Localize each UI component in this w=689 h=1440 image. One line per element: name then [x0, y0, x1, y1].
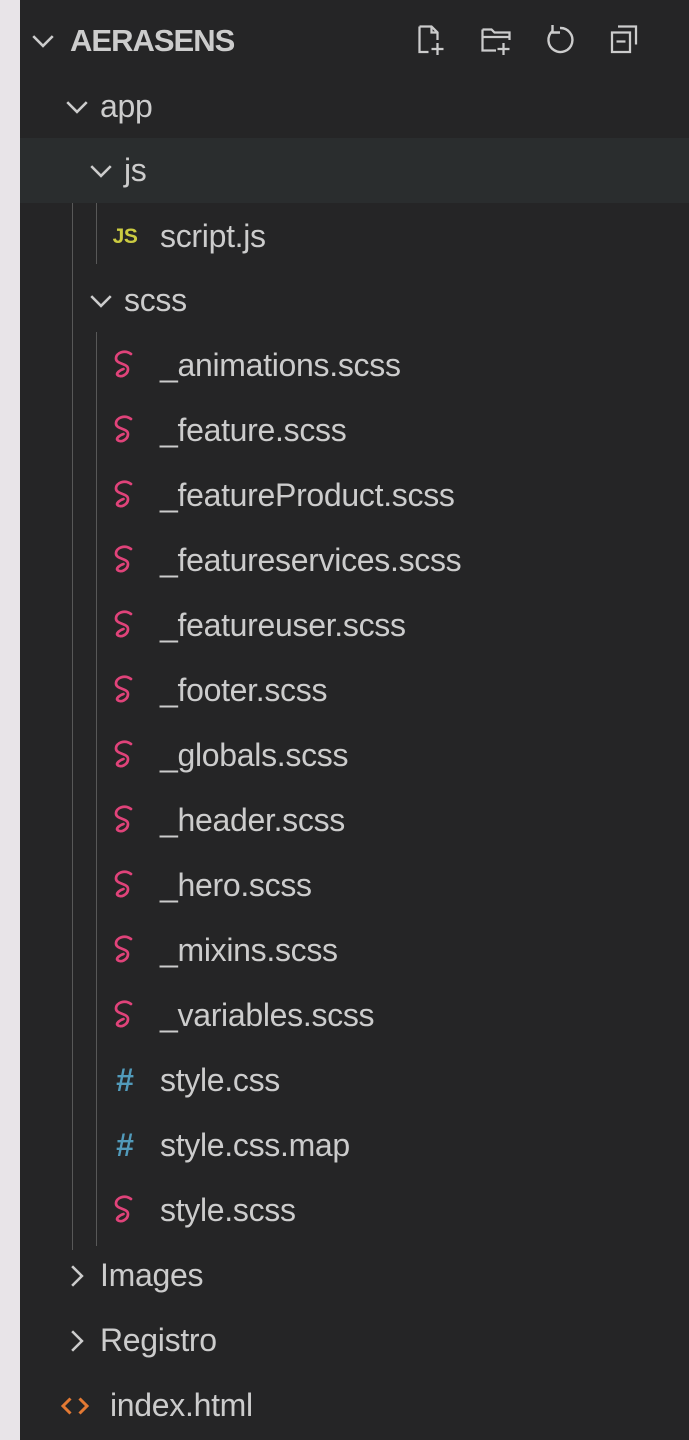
- tree-file-scss[interactable]: _feature.scss: [20, 398, 689, 463]
- explorer-panel: AERASENS app js JS script.js scss _anima…: [20, 0, 689, 1440]
- sass-file-icon: [108, 736, 142, 776]
- tree-file-scss[interactable]: _featureProduct.scss: [20, 463, 689, 528]
- file-label: _globals.scss: [160, 737, 349, 773]
- tree-file-scss[interactable]: _hero.scss: [20, 853, 689, 918]
- tree-file-scss[interactable]: _footer.scss: [20, 658, 689, 723]
- file-label: _animations.scss: [160, 347, 401, 383]
- html-file-icon: [58, 1386, 92, 1426]
- folder-label: scss: [124, 282, 187, 318]
- sass-file-icon: [108, 866, 142, 906]
- sass-file-icon: [108, 671, 142, 711]
- file-label: _feature.scss: [160, 412, 347, 448]
- collapse-all-icon: [610, 25, 638, 54]
- file-label: _mixins.scss: [160, 932, 338, 968]
- chevron-down-icon: [90, 294, 112, 308]
- tree-file-script-js[interactable]: JS script.js: [20, 204, 689, 269]
- file-label: style.scss: [160, 1192, 296, 1228]
- sass-file-icon: [108, 411, 142, 451]
- new-folder-button[interactable]: [474, 18, 518, 62]
- tree-file-scss[interactable]: _globals.scss: [20, 723, 689, 788]
- tree-file-scss[interactable]: _featureuser.scss: [20, 593, 689, 658]
- new-file-button[interactable]: [408, 18, 452, 62]
- tree-folder-app[interactable]: app: [20, 74, 689, 139]
- sass-file-icon: [108, 606, 142, 646]
- chevron-down-icon: [90, 164, 112, 178]
- sass-file-icon: [108, 801, 142, 841]
- tree-file-style-css-map[interactable]: # style.css.map: [20, 1113, 689, 1178]
- folder-label: app: [100, 88, 153, 124]
- tree-file-scss[interactable]: _animations.scss: [20, 333, 689, 398]
- tree-file-scss[interactable]: _featureservices.scss: [20, 528, 689, 593]
- sass-file-icon: [108, 476, 142, 516]
- file-label: script.js: [160, 218, 266, 254]
- sass-file-icon: [108, 541, 142, 581]
- tree-file-scss[interactable]: _variables.scss: [20, 983, 689, 1048]
- file-label: style.css: [160, 1062, 280, 1098]
- sass-file-icon: [108, 996, 142, 1036]
- tree-file-style-scss[interactable]: style.scss: [20, 1178, 689, 1243]
- file-label: _featureProduct.scss: [160, 477, 455, 513]
- chevron-right-icon: [71, 1329, 84, 1352]
- explorer-title: AERASENS: [70, 23, 235, 58]
- chevron-right-icon: [71, 1264, 84, 1287]
- css-file-icon: #: [116, 1062, 134, 1098]
- sass-file-icon: [108, 931, 142, 971]
- chevron-down-icon: [66, 100, 88, 114]
- explorer-header[interactable]: AERASENS: [20, 8, 689, 72]
- file-label: style.css.map: [160, 1127, 350, 1163]
- tree-folder-images[interactable]: Images: [20, 1243, 689, 1308]
- file-label: _hero.scss: [160, 867, 312, 903]
- tree-folder-registro[interactable]: Registro: [20, 1308, 689, 1373]
- javascript-file-icon: JS: [112, 224, 138, 248]
- collapse-all-button[interactable]: [602, 18, 646, 62]
- tree-file-scss[interactable]: _mixins.scss: [20, 918, 689, 983]
- folder-label: Registro: [100, 1322, 217, 1358]
- file-label: _variables.scss: [160, 997, 375, 1033]
- new-folder-icon: [481, 28, 511, 55]
- refresh-icon: [547, 25, 574, 54]
- tree-folder-js[interactable]: js: [20, 138, 689, 203]
- file-label: _featureuser.scss: [160, 607, 406, 643]
- sass-file-icon: [108, 346, 142, 386]
- file-label: _featureservices.scss: [160, 542, 462, 578]
- folder-label: Images: [100, 1257, 204, 1293]
- sass-file-icon: [108, 1191, 142, 1231]
- tree-file-index-html[interactable]: index.html: [20, 1373, 689, 1438]
- folder-label: js: [124, 152, 147, 188]
- tree-file-style-css[interactable]: # style.css: [20, 1048, 689, 1113]
- refresh-button[interactable]: [538, 18, 582, 62]
- chevron-down-icon: [32, 35, 54, 48]
- file-label: _footer.scss: [160, 672, 328, 708]
- tree-file-scss[interactable]: _header.scss: [20, 788, 689, 853]
- file-label: index.html: [110, 1387, 253, 1423]
- new-file-icon: [418, 25, 444, 55]
- file-label: _header.scss: [160, 802, 345, 838]
- tree-folder-scss[interactable]: scss: [20, 268, 689, 333]
- css-file-icon: #: [116, 1127, 134, 1163]
